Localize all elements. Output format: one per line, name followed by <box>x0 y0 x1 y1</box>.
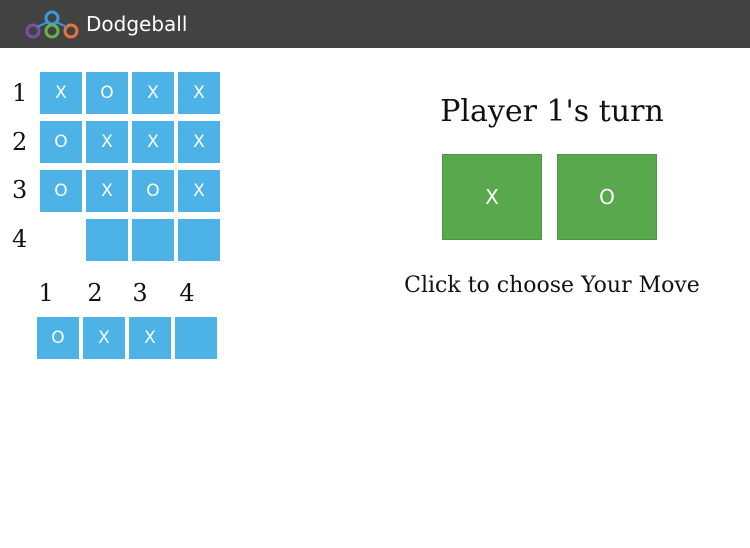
row-label-2: 2 <box>12 128 28 156</box>
row-label-4: 4 <box>12 225 28 253</box>
board-cell-r1-c3: X <box>132 72 174 114</box>
top-bar: Dodgeball <box>0 0 750 48</box>
board-cell-r1-c2: O <box>86 72 128 114</box>
row-label-1: 1 <box>12 79 28 107</box>
board-cell-r3-c1: O <box>40 170 82 212</box>
column-row-cell-3: X <box>129 317 171 359</box>
dodgeball-logo-icon <box>25 10 79 39</box>
column-label-4: 4 <box>179 279 195 307</box>
board-cell-r2-c4: X <box>178 121 220 163</box>
column-label-3: 3 <box>132 279 148 307</box>
column-label-1: 1 <box>38 279 54 307</box>
board-cell-r4-c4[interactable] <box>178 219 220 261</box>
board-cell-r2-c1: O <box>40 121 82 163</box>
choose-o-button[interactable]: O <box>557 154 657 240</box>
board-cell-r2-c2: X <box>86 121 128 163</box>
board-cell-r4-c3[interactable] <box>132 219 174 261</box>
column-row-cell-1: O <box>37 317 79 359</box>
board-cell-r4-c2[interactable] <box>86 219 128 261</box>
row-label-3: 3 <box>12 176 28 204</box>
column-row-cell-2: X <box>83 317 125 359</box>
app-title: Dodgeball <box>86 12 188 36</box>
board-cell-r1-c4: X <box>178 72 220 114</box>
board-cell-r3-c3: O <box>132 170 174 212</box>
board-cell-r3-c2: X <box>86 170 128 212</box>
move-instruction: Click to choose Your Move <box>404 273 700 298</box>
board-cell-r2-c3: X <box>132 121 174 163</box>
column-label-2: 2 <box>87 279 103 307</box>
column-row-cell-4[interactable] <box>175 317 217 359</box>
turn-title: Player 1's turn <box>440 94 664 129</box>
board-cell-r3-c4: X <box>178 170 220 212</box>
choose-x-button[interactable]: X <box>442 154 542 240</box>
board-cell-r1-c1: X <box>40 72 82 114</box>
